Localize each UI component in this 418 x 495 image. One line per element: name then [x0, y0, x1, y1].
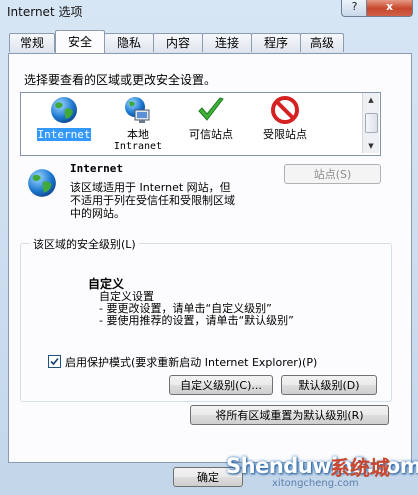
internet-options-window: Internet 选项 ? x 常规 安全 隐私 内容 连接 程序 高级 选择要… — [0, 0, 418, 495]
watermark-cn: 系统城 — [330, 456, 390, 480]
protected-mode-checkbox[interactable] — [48, 355, 61, 368]
selected-zone-title: Internet — [70, 162, 123, 175]
checkmark-icon — [198, 97, 224, 121]
zone-trusted-sites-label: 可信站点 — [189, 128, 233, 141]
protected-mode-label[interactable]: 启用保护模式(要求重新启动 Internet Explorer)(P) — [65, 354, 317, 370]
checkmark-small-icon — [50, 357, 59, 366]
prohibited-icon — [271, 96, 299, 124]
zone-desc-line-3: 中的网站。 — [70, 207, 125, 220]
tab-privacy[interactable]: 隐私 — [104, 33, 154, 52]
scroll-up-icon[interactable]: ▲ — [363, 93, 379, 107]
zone-list[interactable]: Internet 本地 Intranet 可信站点 受限站点 — [20, 92, 381, 156]
window-title: Internet 选项 — [7, 5, 83, 19]
security-level-description: 自定义设置 - 要更改设置，请单击“自定义级别” - 要使用推荐的设置，请单击“… — [99, 291, 294, 327]
watermark-sub: xitongcheng.com — [272, 478, 359, 489]
security-level-group-label: 该区域的安全级别(L) — [30, 236, 139, 252]
reset-all-zones-button[interactable]: 将所有区域重置为默认级别(R) — [190, 405, 389, 425]
sites-button[interactable]: 站点(S) — [284, 164, 381, 184]
zone-list-scrollbar[interactable]: ▲ ▼ — [362, 93, 379, 153]
zone-desc-line-1: 该区域适用于 Internet 网站，但 — [70, 181, 231, 194]
scroll-down-icon[interactable]: ▼ — [363, 139, 379, 153]
zone-restricted-sites[interactable]: 受限站点 — [250, 93, 320, 153]
zone-description: 该区域适用于 Internet 网站，但 不适用于列在受信任和受限制区域 中的网… — [70, 181, 235, 220]
default-level-button[interactable]: 默认级别(D) — [281, 375, 377, 395]
scroll-thumb[interactable] — [365, 113, 378, 133]
title-bar[interactable]: Internet 选项 ? x — [0, 0, 418, 22]
zone-local-intranet-label2: Intranet — [113, 141, 163, 152]
zone-internet[interactable]: Internet — [29, 93, 99, 153]
zone-local-intranet-label: 本地 — [127, 128, 149, 141]
help-button[interactable]: ? — [341, 0, 368, 17]
zone-select-prompt: 选择要查看的区域或更改安全设置。 — [24, 73, 217, 87]
tab-security[interactable]: 安全 — [55, 30, 105, 53]
globe-icon — [51, 97, 77, 123]
tab-programs[interactable]: 程序 — [251, 33, 301, 52]
tab-general[interactable]: 常规 — [9, 33, 55, 52]
local-intranet-icon — [125, 97, 150, 123]
tab-advanced[interactable]: 高级 — [300, 33, 344, 52]
zone-trusted-sites[interactable]: 可信站点 — [176, 93, 246, 153]
zone-local-intranet[interactable]: 本地 Intranet — [103, 93, 173, 153]
close-button[interactable]: x — [366, 0, 413, 17]
level-desc-line-3: - 要使用推荐的设置，请单击“默认级别” — [99, 314, 294, 327]
zone-internet-label: Internet — [36, 128, 92, 141]
tab-content[interactable]: 内容 — [153, 33, 203, 52]
custom-level-button[interactable]: 自定义级别(C)... — [169, 375, 273, 395]
zone-desc-line-2: 不适用于列在受信任和受限制区域 — [70, 194, 235, 207]
selected-zone-globe-icon — [28, 169, 56, 197]
tab-connections[interactable]: 连接 — [202, 33, 252, 52]
zone-restricted-sites-label: 受限站点 — [263, 128, 307, 141]
